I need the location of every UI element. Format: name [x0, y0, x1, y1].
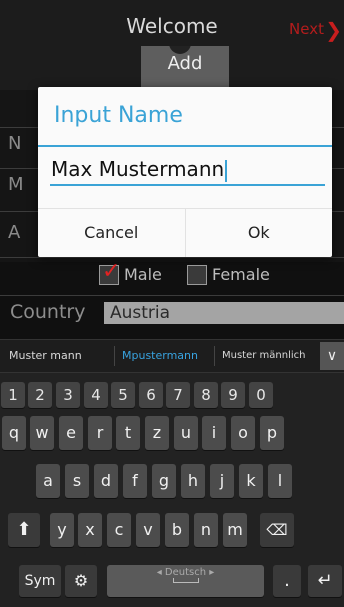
country-field[interactable]: Austria — [104, 302, 344, 324]
divider — [114, 346, 115, 366]
space-key[interactable]: ◂ Deutsch ▸ — [107, 565, 264, 597]
key[interactable]: r — [88, 416, 112, 450]
country-row: Country Austria — [0, 300, 344, 324]
name-input-value: Max Mustermann — [51, 157, 225, 181]
key[interactable]: v — [136, 513, 160, 547]
male-checkbox[interactable]: ✓ — [99, 259, 120, 285]
sym-key[interactable]: Sym — [19, 565, 61, 597]
female-checkbox[interactable] — [187, 265, 207, 285]
dialog-title-divider — [38, 145, 332, 147]
shift-arrow-icon: ⬆ — [16, 519, 32, 540]
key[interactable]: 9 — [221, 382, 245, 408]
key[interactable]: 4 — [84, 382, 108, 408]
suggestion-item[interactable]: Mpustermann — [122, 340, 198, 372]
key[interactable]: p — [260, 416, 284, 450]
divider — [0, 257, 344, 258]
key[interactable]: e — [59, 416, 83, 450]
key[interactable]: 2 — [28, 382, 52, 408]
settings-key[interactable]: ⚙ — [65, 565, 97, 597]
add-photo-button[interactable]: Add — [141, 46, 229, 90]
key[interactable]: 3 — [56, 382, 80, 408]
chevron-down-icon[interactable]: ∨ — [320, 342, 344, 370]
form-row-label: M — [8, 174, 24, 195]
divider — [214, 346, 215, 366]
ok-button[interactable]: Ok — [184, 209, 333, 257]
text-cursor — [225, 159, 228, 182]
shift-key[interactable]: ⬆ — [8, 513, 40, 547]
backspace-key[interactable]: ⌫ — [260, 513, 294, 547]
suggestion-bar: Muster mann Mpustermann Muster männlich … — [0, 339, 344, 373]
dot-key[interactable]: . — [273, 565, 301, 597]
key[interactable]: l — [268, 464, 292, 498]
female-label: Female — [212, 265, 270, 284]
key[interactable]: o — [231, 416, 255, 450]
key[interactable]: y — [50, 513, 74, 547]
key[interactable]: 1 — [1, 382, 25, 408]
check-icon: ✓ — [102, 259, 121, 284]
key[interactable]: 0 — [249, 382, 273, 408]
key[interactable]: n — [194, 513, 218, 547]
gear-icon: ⚙ — [73, 571, 89, 590]
dialog-button-row: Cancel Ok — [38, 208, 332, 257]
key[interactable]: 7 — [166, 382, 190, 408]
key[interactable]: w — [30, 416, 54, 450]
key[interactable]: x — [78, 513, 102, 547]
key[interactable]: z — [145, 416, 169, 450]
key[interactable]: 8 — [194, 382, 218, 408]
country-label: Country — [10, 301, 86, 323]
language-indicator: ◂ Deutsch ▸ — [156, 567, 215, 578]
input-name-dialog: Input Name Max Mustermann Cancel Ok — [38, 87, 332, 257]
cancel-button[interactable]: Cancel — [38, 209, 185, 257]
key[interactable]: t — [116, 416, 140, 450]
key[interactable]: m — [223, 513, 247, 547]
keyboard: 1 2 3 4 5 6 7 8 9 0 q w e r t z u i o p … — [0, 373, 344, 607]
enter-icon: ↵ — [317, 570, 333, 591]
key[interactable]: g — [152, 464, 176, 498]
male-label: Male — [124, 265, 162, 284]
next-arrow-icon[interactable]: ❯ — [325, 18, 342, 42]
suggestion-item[interactable]: Muster mann — [9, 340, 82, 372]
key[interactable]: j — [210, 464, 234, 498]
space-bar-icon — [172, 578, 199, 583]
enter-key[interactable]: ↵ — [308, 565, 342, 597]
add-photo-label: Add — [167, 53, 203, 74]
gender-row: ✓ Male Female — [0, 259, 344, 288]
next-button[interactable]: Next — [289, 20, 324, 38]
language-label: Deutsch — [164, 567, 207, 578]
divider — [0, 295, 344, 296]
key[interactable]: c — [107, 513, 131, 547]
key[interactable]: s — [65, 464, 89, 498]
key[interactable]: q — [2, 416, 26, 450]
key[interactable]: d — [94, 464, 118, 498]
key[interactable]: b — [165, 513, 189, 547]
name-input[interactable]: Max Mustermann — [50, 154, 325, 186]
suggestion-item[interactable]: Muster männlich — [222, 340, 305, 372]
key[interactable]: a — [36, 464, 60, 498]
key[interactable]: u — [174, 416, 198, 450]
form-row-label: N — [8, 133, 22, 154]
key[interactable]: 5 — [111, 382, 135, 408]
key[interactable]: f — [123, 464, 147, 498]
backspace-icon: ⌫ — [266, 521, 288, 539]
form-row-label: A — [8, 222, 21, 243]
key[interactable]: k — [239, 464, 263, 498]
key[interactable]: h — [181, 464, 205, 498]
key[interactable]: i — [202, 416, 226, 450]
key[interactable]: 6 — [139, 382, 163, 408]
screen: Welcome Next ❯ Add N M A Input Name Max … — [0, 0, 344, 607]
dialog-title: Input Name — [54, 103, 183, 128]
